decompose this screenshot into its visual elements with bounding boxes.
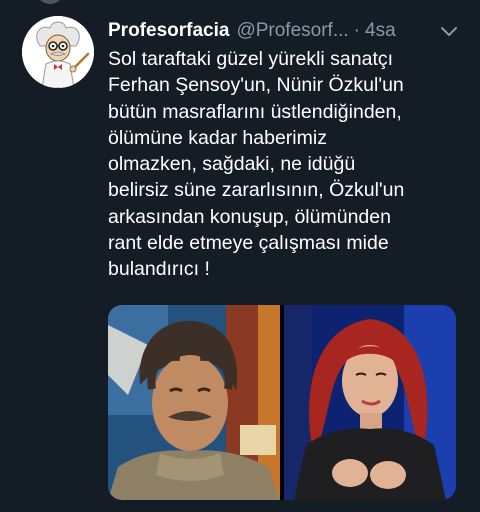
tweet-text-line: arkasından konuşup, ölümünden <box>108 205 391 228</box>
tweet-media[interactable] <box>108 305 456 500</box>
avatar[interactable] <box>22 16 94 88</box>
separator-dot: · <box>353 20 360 41</box>
tweet[interactable]: Profesorfacia @Profesorf... · 4sa Sol ta… <box>0 0 480 512</box>
chevron-down-icon[interactable] <box>438 20 460 42</box>
tweet-text-line: olmazken, sağdaki, ne idüğü <box>108 153 356 176</box>
professor-avatar-icon <box>22 16 94 88</box>
tweet-text-line: bulandırıcı ! <box>108 258 210 281</box>
tweet-text-line: Sol taraftaki güzel yürekli sanatçı <box>108 48 394 70</box>
tweet-text: Sol taraftaki güzel yürekli sanatçı Ferh… <box>108 46 470 283</box>
woman-portrait-photo <box>284 305 456 500</box>
tweet-text-line: rant elde etmeye çalışması mide <box>108 232 389 255</box>
user-handle[interactable]: @Profesorf... <box>236 20 348 42</box>
media-photo-right[interactable] <box>284 305 456 500</box>
media-photo-left[interactable] <box>108 305 280 500</box>
timestamp[interactable]: 4sa <box>365 20 396 42</box>
tweet-text-line: ölümüne kadar haberimiz <box>108 126 327 149</box>
tweet-text-line: Ferhan Şensoy'un, Nünir Özkul'un <box>108 74 404 97</box>
display-name[interactable]: Profesorfacia <box>108 20 229 42</box>
tweet-header: Profesorfacia @Profesorf... · 4sa <box>108 18 460 44</box>
man-portrait-photo <box>108 305 280 500</box>
tweet-text-line: bütün masraflarını üstlendiğinden, <box>108 100 402 123</box>
tweet-text-line: belirsiz süne zararlısının, Özkul'un <box>108 179 405 202</box>
